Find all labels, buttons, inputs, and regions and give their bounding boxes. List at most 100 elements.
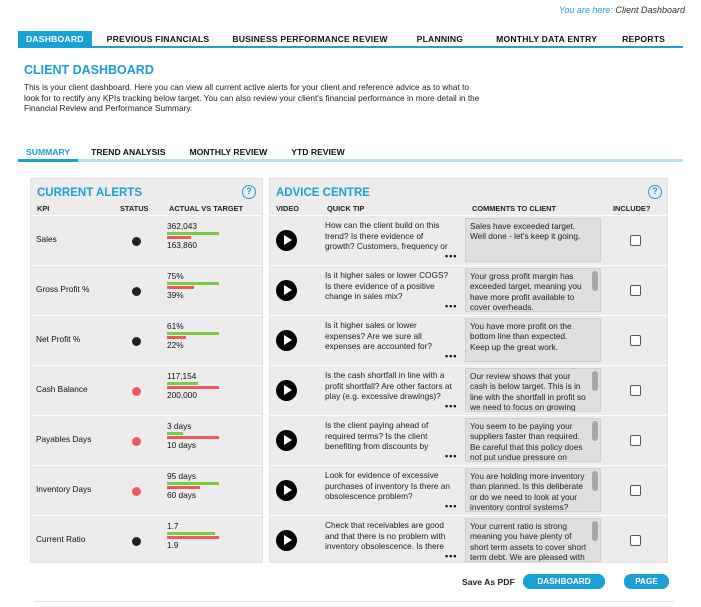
page-button[interactable]: PAGE <box>624 574 669 589</box>
comments-column-header: COMMENTS TO CLIENT <box>472 204 557 213</box>
client-comment-text: Our review shows that your cash is below… <box>470 371 586 412</box>
advice-help-icon[interactable]: ? <box>648 185 662 199</box>
target-bar <box>167 436 219 439</box>
tab-business-performance-review[interactable]: BUSINESS PERFORMANCE REVIEW <box>224 31 395 46</box>
target-value: 1.9 <box>167 540 179 550</box>
target-value: 22% <box>167 340 184 350</box>
tab-dashboard[interactable]: DASHBOARD <box>18 31 92 46</box>
more-icon[interactable]: ••• <box>445 302 457 311</box>
more-icon[interactable]: ••• <box>445 402 457 411</box>
include-checkbox[interactable] <box>630 385 641 396</box>
tab-summary[interactable]: SUMMARY <box>18 145 79 162</box>
alert-row: Cash Balance 117,154 200,000 <box>31 365 262 415</box>
actual-vs-target: 1.7 1.9 <box>167 521 227 550</box>
save-as-pdf-link[interactable]: Save As PDF <box>462 577 515 587</box>
alert-kpi-label: Net Profit % <box>36 334 81 344</box>
tab-previous-financials[interactable]: PREVIOUS FINANCIALS <box>99 31 218 46</box>
alerts-help-icon[interactable]: ? <box>242 185 256 199</box>
client-comment-field[interactable]: Your current ratio is strong meaning you… <box>465 518 601 562</box>
tab-ytd-review[interactable]: YTD REVIEW <box>283 145 352 159</box>
actual-bar <box>167 332 219 335</box>
include-column-header: INCLUDE? <box>613 204 651 213</box>
tab-reports[interactable]: REPORTS <box>614 31 673 46</box>
actual-value: 61% <box>167 321 184 331</box>
page-title: CLIENT DASHBOARD <box>24 63 154 77</box>
play-video-icon[interactable] <box>276 530 297 551</box>
quick-tip-text: How can the client build on this trend? … <box>325 220 448 254</box>
tab-monthly-review[interactable]: MONTHLY REVIEW <box>181 145 275 159</box>
include-checkbox[interactable] <box>630 485 641 496</box>
target-bar <box>167 486 200 489</box>
more-icon[interactable]: ••• <box>445 252 457 261</box>
play-video-icon[interactable] <box>276 480 297 501</box>
sub-nav: SUMMARY TREND ANALYSIS MONTHLY REVIEW YT… <box>18 145 683 162</box>
client-comment-field[interactable]: You have more profit on the bottom line … <box>465 318 601 362</box>
more-icon[interactable]: ••• <box>445 552 457 561</box>
include-checkbox[interactable] <box>630 285 641 296</box>
quick-tip-text: Is it higher sales or lower COGS? Is the… <box>325 270 449 301</box>
more-icon[interactable]: ••• <box>445 452 457 461</box>
actual-value: 75% <box>167 271 184 281</box>
video-column-header: VIDEO <box>276 204 299 213</box>
target-value: 39% <box>167 290 184 300</box>
advice-centre-panel: ADVICE CENTRE ? VIDEO QUICK TIP COMMENTS… <box>269 178 668 563</box>
comment-scrollbar[interactable] <box>592 371 598 391</box>
status-dot-icon <box>132 437 141 446</box>
actual-bar <box>167 482 219 485</box>
play-video-icon[interactable] <box>276 430 297 451</box>
actual-value: 117,154 <box>167 371 197 381</box>
play-video-icon[interactable] <box>276 380 297 401</box>
more-icon[interactable]: ••• <box>445 352 457 361</box>
status-dot-icon <box>132 287 141 296</box>
play-video-icon[interactable] <box>276 230 297 251</box>
client-comment-field[interactable]: Your gross profit margin has exceeded ta… <box>465 268 601 312</box>
comment-scrollbar[interactable] <box>592 421 598 441</box>
quick-tip-column-header: QUICK TIP <box>327 204 365 213</box>
comment-scrollbar[interactable] <box>592 521 598 541</box>
actual-value: 362,043 <box>167 221 197 231</box>
comment-scrollbar[interactable] <box>592 471 598 491</box>
actual-bar <box>167 432 183 435</box>
target-bar <box>167 536 219 539</box>
dashboard-button[interactable]: DASHBOARD <box>523 574 605 589</box>
advice-title: ADVICE CENTRE <box>276 187 370 199</box>
include-checkbox[interactable] <box>630 435 641 446</box>
alert-kpi-label: Gross Profit % <box>36 284 90 294</box>
play-video-icon[interactable] <box>276 330 297 351</box>
advice-row: Look for evidence of excessive purchases… <box>270 465 667 515</box>
actual-value: 1.7 <box>167 521 179 531</box>
actual-bar <box>167 532 215 535</box>
top-nav: DASHBOARD PREVIOUS FINANCIALS BUSINESS P… <box>18 31 683 48</box>
tab-planning[interactable]: PLANNING <box>409 31 471 46</box>
advice-row: Check that receivables are good and that… <box>270 515 667 565</box>
more-icon[interactable]: ••• <box>445 502 457 511</box>
comment-scrollbar[interactable] <box>592 271 598 291</box>
target-bar <box>167 386 219 389</box>
alert-row: Payables Days 3 days 10 days <box>31 415 262 465</box>
breadcrumb-current: Client Dashboard <box>615 5 685 15</box>
client-comment-field[interactable]: You seem to be paying your suppliers fas… <box>465 418 601 462</box>
include-checkbox[interactable] <box>630 235 641 246</box>
alert-row: Net Profit % 61% 22% <box>31 315 262 365</box>
status-dot-icon <box>132 387 141 396</box>
play-video-icon[interactable] <box>276 280 297 301</box>
actual-vs-target: 61% 22% <box>167 321 227 350</box>
include-checkbox[interactable] <box>630 335 641 346</box>
client-comment-field[interactable]: You are holding more inventory than plan… <box>465 468 601 512</box>
actual-value: 95 days <box>167 471 197 481</box>
client-comment-text: Your gross profit margin has exceeded ta… <box>470 271 582 312</box>
actual-vs-target: 3 days 10 days <box>167 421 227 450</box>
client-comment-text: You have more profit on the bottom line … <box>470 321 572 352</box>
actual-vs-target: 95 days 60 days <box>167 471 227 500</box>
target-bar <box>167 336 186 339</box>
target-bar <box>167 286 194 289</box>
target-value: 163,860 <box>167 240 197 250</box>
client-comment-field[interactable]: Our review shows that your cash is below… <box>465 368 601 412</box>
actual-vs-target: 75% 39% <box>167 271 227 300</box>
alert-kpi-label: Sales <box>36 234 57 244</box>
client-comment-field[interactable]: Sales have exceeded target. Well done - … <box>465 218 601 262</box>
tab-trend-analysis[interactable]: TREND ANALYSIS <box>83 145 173 159</box>
include-checkbox[interactable] <box>630 535 641 546</box>
client-comment-text: You are holding more inventory than plan… <box>470 471 585 512</box>
tab-monthly-data-entry[interactable]: MONTHLY DATA ENTRY <box>488 31 605 46</box>
